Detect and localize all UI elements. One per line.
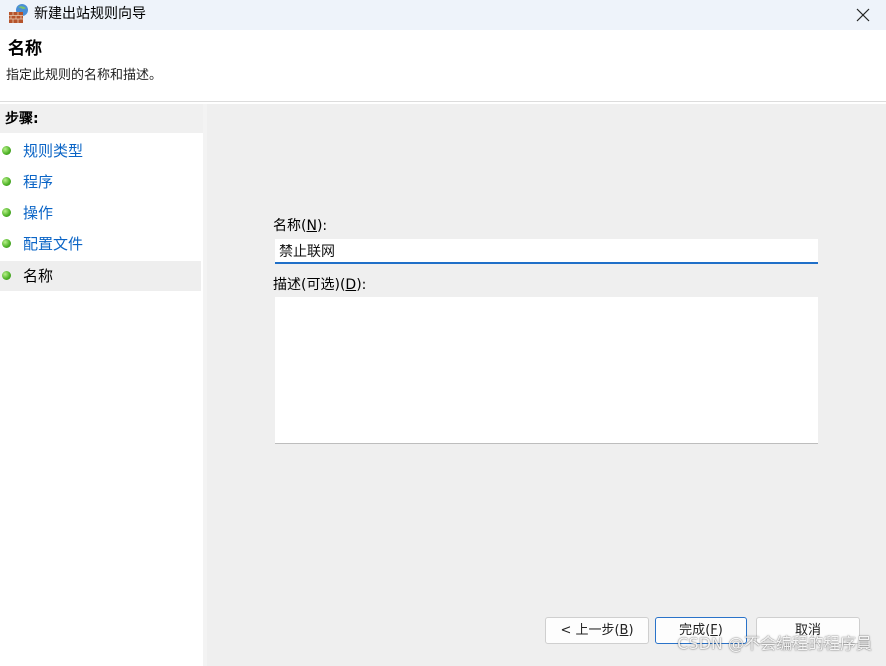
wizard-header: 名称 指定此规则的名称和描述。: [0, 30, 886, 100]
step-label: 名称: [23, 267, 54, 285]
step-profile[interactable]: 配置文件: [0, 229, 201, 259]
step-current-icon: [2, 271, 11, 280]
step-program[interactable]: 程序: [0, 167, 201, 197]
rule-description-input[interactable]: [275, 297, 818, 444]
rule-name-input[interactable]: [275, 239, 818, 264]
cancel-button[interactable]: 取消: [756, 617, 860, 644]
header-separator: [0, 101, 886, 102]
firewall-brick-wall-icon: [9, 4, 28, 23]
step-label: 配置文件: [23, 235, 84, 253]
step-complete-icon: [2, 239, 11, 248]
steps-heading: 步骤:: [0, 104, 203, 133]
close-button[interactable]: [840, 0, 886, 30]
step-label: 操作: [23, 204, 54, 222]
step-action[interactable]: 操作: [0, 198, 201, 228]
wizard-window: 新建出站规则向导 名称 指定此规则的名称和描述。 步骤: 规则类型 程序 操作: [0, 0, 886, 666]
step-label: 规则类型: [23, 142, 84, 160]
step-complete-icon: [2, 208, 11, 217]
close-icon: [856, 8, 870, 22]
wizard-content: 名称(N): 描述(可选)(D): < 上一步(B) 完成(F) 取消: [207, 104, 886, 666]
step-complete-icon: [2, 146, 11, 155]
steps-heading-label: 步骤:: [5, 111, 39, 127]
page-subtitle: 指定此规则的名称和描述。: [6, 68, 163, 83]
back-button[interactable]: < 上一步(B): [545, 617, 649, 644]
description-field-label: 描述(可选)(D):: [273, 277, 367, 293]
finish-button[interactable]: 完成(F): [655, 617, 747, 644]
name-field-label: 名称(N):: [273, 218, 328, 234]
step-rule-type[interactable]: 规则类型: [0, 136, 201, 166]
step-name: 名称: [0, 261, 201, 291]
steps-sidebar: 步骤: 规则类型 程序 操作 配置文件 名称: [0, 104, 203, 666]
step-complete-icon: [2, 177, 11, 186]
step-label: 程序: [23, 173, 54, 191]
page-title: 名称: [8, 39, 42, 59]
window-title: 新建出站规则向导: [34, 6, 146, 22]
title-bar[interactable]: 新建出站规则向导: [0, 0, 886, 30]
